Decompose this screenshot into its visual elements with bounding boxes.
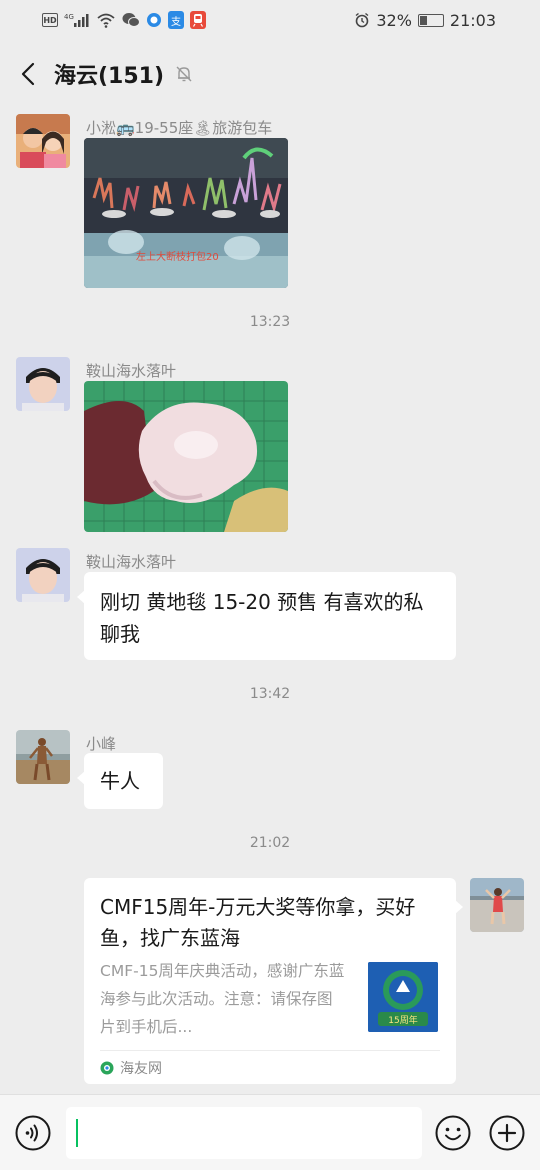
plus-icon (489, 1115, 525, 1151)
voice-button[interactable] (15, 1115, 51, 1151)
timestamp: 13:23 (249, 314, 291, 330)
image-message[interactable] (84, 381, 288, 532)
wifi-icon (96, 11, 116, 29)
message-bubble[interactable]: 牛人 (77, 753, 163, 809)
status-left: HD 4G 支 (42, 11, 206, 29)
message-input[interactable] (66, 1107, 422, 1159)
emoji-button[interactable] (435, 1115, 471, 1151)
status-right: 32% 21:03 (354, 11, 496, 30)
divider (100, 1050, 440, 1051)
link-thumbnail: 15周年 (368, 962, 438, 1032)
mini-program-icon (100, 1061, 114, 1075)
link-description: CMF-15周年庆典活动，感谢广东蓝海参与此次活动。注意：请保存图片到手机后..… (100, 962, 345, 1036)
plus-button[interactable] (489, 1115, 525, 1151)
coral-tank-image: 左上大断枝打包20 (84, 138, 288, 288)
battery-level (419, 15, 427, 25)
sender-name: 鞍山海水落叶 (86, 362, 177, 380)
link-source: 海友网 (100, 1058, 162, 1078)
message-text: 刚切 黄地毯 15-20 预售 有喜欢的私聊我 (100, 590, 424, 646)
voice-icon (15, 1115, 51, 1151)
status-bar: HD 4G 支 32% 21:03 (0, 0, 540, 40)
signal-4g-icon: 4G (64, 11, 90, 29)
message-text: 牛人 (100, 769, 140, 793)
net-label: 4G (64, 13, 74, 21)
image-overlay-text: 左上大断枝打包20 (136, 250, 219, 263)
chat-header: 海云(151) (0, 46, 540, 102)
emoji-icon (435, 1115, 471, 1151)
browser-icon (146, 11, 162, 29)
chevron-left-icon (21, 62, 35, 86)
avatar[interactable] (16, 357, 70, 411)
wechat-icon (122, 11, 140, 29)
input-bar (0, 1094, 540, 1170)
train-icon (190, 11, 206, 29)
page-title: 海云(151) (54, 64, 165, 89)
avatar[interactable] (16, 114, 70, 168)
sender-name: 鞍山海水落叶 (86, 553, 177, 571)
link-card[interactable]: CMF15周年-万元大奖等你拿，买好鱼，找广东蓝海 CMF-15周年庆典活动，感… (84, 878, 463, 1084)
avatar[interactable] (16, 548, 70, 602)
timestamp: 13:42 (249, 686, 291, 702)
link-source-name: 海友网 (120, 1061, 162, 1077)
message-list[interactable]: 小淞🚌19-55座🏝旅游包车 左上大断枝打包20 13:23 鞍山海水落叶 鞍山… (0, 108, 540, 1094)
battery-icon (417, 13, 444, 27)
alipay-icon: 支 (168, 11, 184, 29)
timestamp: 21:02 (249, 835, 291, 851)
alarm-icon (354, 11, 370, 29)
link-title: CMF15周年-万元大奖等你拿，买好鱼，找广东蓝海 (100, 895, 416, 950)
sender-name: 小淞🚌19-55座🏝旅游包车 (86, 119, 273, 137)
sender-name: 小峰 (86, 735, 117, 753)
bell-muted-icon (174, 64, 194, 84)
image-message[interactable]: 左上大断枝打包20 (84, 138, 288, 288)
avatar[interactable] (16, 730, 70, 784)
avatar[interactable] (470, 878, 524, 932)
hd-icon: HD (42, 13, 58, 27)
text-caret (76, 1119, 78, 1147)
battery-percent: 32% (376, 10, 412, 30)
mushroom-coral-image (84, 381, 288, 532)
back-button[interactable] (14, 56, 42, 92)
clock: 21:03 (449, 10, 496, 30)
thumbnail-label: 15周年 (388, 1014, 417, 1026)
message-bubble[interactable]: 刚切 黄地毯 15-20 预售 有喜欢的私聊我 (77, 572, 456, 660)
